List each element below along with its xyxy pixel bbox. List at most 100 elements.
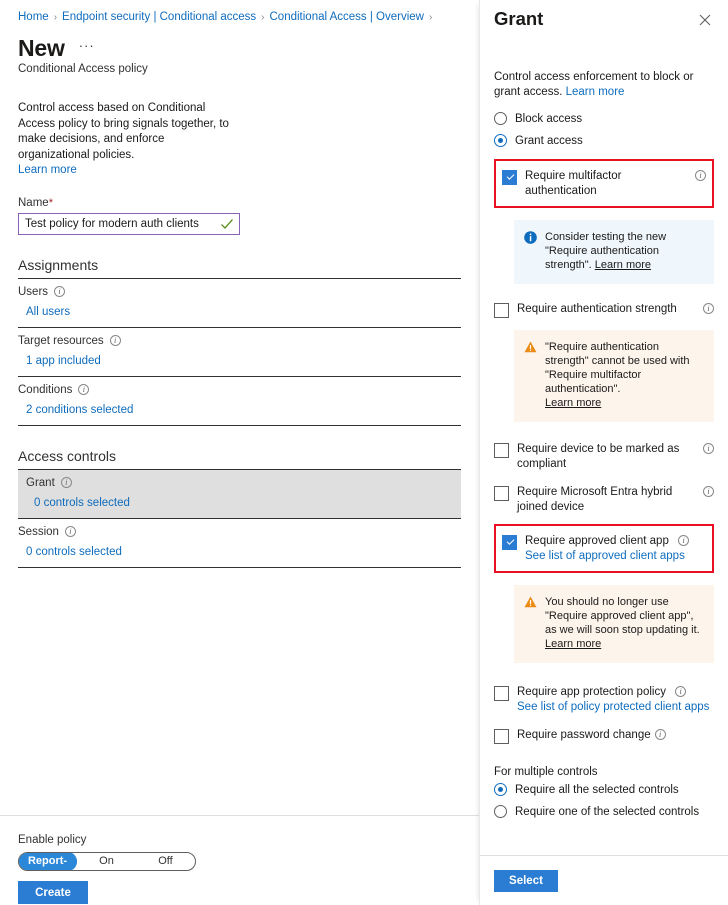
control-require-hybrid-joined-device: Require Microsoft Entra hybrid joined de…: [494, 485, 714, 514]
info-icon[interactable]: i: [703, 486, 714, 497]
checkbox-row-require-device-compliant[interactable]: Require device to be marked as compliant…: [494, 442, 714, 471]
warning-triangle-icon: [524, 596, 537, 612]
row-value-link[interactable]: 1 app included: [18, 355, 461, 367]
name-field-label: Name*: [0, 179, 479, 209]
valid-check-icon: [221, 218, 233, 229]
checkbox-label-wrap: Require app protection policy i See list…: [517, 685, 714, 714]
breadcrumb-item-conditional-access-overview[interactable]: Conditional Access | Overview: [270, 11, 424, 23]
radio-require-one-control[interactable]: Require one of the selected controls: [494, 805, 714, 818]
toggle-option-off[interactable]: Off: [136, 853, 195, 870]
policy-protected-client-apps-link[interactable]: See list of policy protected client apps: [517, 700, 714, 715]
assignment-row-users[interactable]: Users i All users: [18, 279, 461, 327]
checkbox-row-require-app-protection-policy[interactable]: Require app protection policy i See list…: [494, 685, 714, 714]
checkbox-label: Require multifactor authentication: [525, 170, 622, 197]
checkbox-indicator[interactable]: [494, 729, 509, 744]
notice-learn-more-link[interactable]: Learn more: [545, 397, 601, 409]
policy-name-field[interactable]: [18, 212, 240, 235]
checkbox-indicator[interactable]: [494, 443, 509, 458]
close-icon[interactable]: [696, 11, 714, 29]
breadcrumb-item-endpoint-security[interactable]: Endpoint security | Conditional access: [62, 11, 256, 23]
checkbox-row-require-hybrid-joined-device[interactable]: Require Microsoft Entra hybrid joined de…: [494, 485, 714, 514]
info-icon[interactable]: i: [78, 384, 90, 395]
assignment-row-conditions[interactable]: Conditions i 2 conditions selected: [18, 377, 461, 425]
row-label: Session: [18, 525, 59, 538]
control-require-password-change: Require password change i: [494, 728, 714, 744]
checkbox-indicator-checked[interactable]: [502, 170, 517, 185]
checkbox-indicator[interactable]: [494, 686, 509, 701]
highlight-box-require-multifactor-authentication: Require multifactor authentication i: [494, 159, 714, 208]
checkbox-label: Require device to be marked as compliant: [517, 443, 680, 470]
checkbox-indicator-checked[interactable]: [502, 535, 517, 550]
checkbox-indicator[interactable]: [494, 303, 509, 318]
row-value-link[interactable]: 0 controls selected: [18, 497, 461, 509]
notice-learn-more-link[interactable]: Learn more: [595, 259, 651, 271]
enable-policy-toggle[interactable]: Report-only On Off: [18, 852, 196, 871]
divider: [18, 424, 461, 426]
policy-description: Control access based on Conditional Acce…: [0, 75, 250, 179]
radio-indicator: [494, 112, 507, 125]
approved-client-apps-link[interactable]: See list of approved client apps: [525, 549, 706, 564]
page-subtitle: Conditional Access policy: [18, 63, 148, 75]
grant-blade-footer: Select: [480, 855, 728, 905]
multiple-controls-label: For multiple controls: [494, 766, 598, 778]
row-label-wrap: Grant i: [18, 477, 461, 489]
notice-learn-more-link[interactable]: Learn more: [545, 638, 601, 650]
info-icon[interactable]: i: [703, 303, 714, 314]
enable-policy-label: Enable policy: [18, 834, 87, 846]
radio-label: Grant access: [515, 134, 583, 147]
checkbox-row-require-approved-client-app[interactable]: Require approved client app i See list o…: [502, 534, 706, 563]
control-require-authentication-strength: Require authentication strength i: [494, 302, 714, 318]
info-icon[interactable]: i: [678, 535, 690, 547]
radio-indicator-selected: [494, 783, 507, 796]
breadcrumb: Home › Endpoint security | Conditional a…: [0, 8, 479, 23]
info-icon[interactable]: i: [54, 286, 66, 297]
section-heading-access-controls: Access controls: [18, 447, 117, 464]
breadcrumb-item-home[interactable]: Home: [18, 11, 49, 23]
checkbox-label: Require approved client app: [525, 535, 669, 547]
select-button[interactable]: Select: [494, 870, 558, 892]
row-label-wrap: Conditions i: [18, 384, 461, 396]
row-value-link[interactable]: 0 controls selected: [18, 546, 461, 558]
info-icon[interactable]: i: [695, 170, 706, 181]
radio-require-all-controls[interactable]: Require all the selected controls: [494, 783, 714, 796]
radio-grant-access[interactable]: Grant access: [494, 134, 714, 147]
multiple-controls-radio-group: Require all the selected controls Requir…: [494, 783, 714, 818]
policy-description-learn-more-link[interactable]: Learn more: [18, 163, 232, 179]
row-label: Target resources: [18, 334, 104, 347]
breadcrumb-separator-icon: ›: [428, 11, 433, 23]
page-title-row: New ···: [0, 23, 479, 62]
row-label: Conditions: [18, 383, 73, 396]
row-label-wrap: Users i: [18, 286, 461, 298]
checkbox-row-require-multifactor-authentication[interactable]: Require multifactor authentication i: [502, 169, 706, 198]
create-button[interactable]: Create: [18, 881, 88, 904]
radio-block-access[interactable]: Block access: [494, 112, 714, 125]
checkbox-row-require-authentication-strength[interactable]: Require authentication strength i: [494, 302, 714, 318]
toggle-option-on[interactable]: On: [77, 853, 136, 870]
toggle-option-report-only[interactable]: Report-only: [19, 853, 77, 870]
row-value-link[interactable]: 2 conditions selected: [18, 404, 461, 416]
policy-description-text: Control access based on Conditional Acce…: [18, 102, 229, 161]
grant-blade: Grant Control access enforcement to bloc…: [479, 0, 728, 905]
info-icon[interactable]: i: [675, 686, 687, 698]
access-control-row-session[interactable]: Session i 0 controls selected: [18, 519, 461, 567]
assignment-row-target-resources[interactable]: Target resources i 1 app included: [18, 328, 461, 376]
row-value-link[interactable]: All users: [18, 306, 461, 318]
warning-triangle-icon: [524, 341, 537, 357]
row-label: Grant: [26, 476, 55, 489]
more-options-icon[interactable]: ···: [79, 39, 95, 58]
divider: [18, 566, 461, 568]
policy-name-input[interactable]: [19, 217, 219, 230]
notice-approved-client-app-deprecation: You should no longer use "Require approv…: [514, 585, 714, 663]
info-icon[interactable]: i: [64, 526, 76, 537]
access-control-row-grant[interactable]: Grant i 0 controls selected: [18, 469, 461, 518]
info-icon[interactable]: i: [109, 335, 121, 346]
grant-description: Control access enforcement to block or g…: [494, 70, 714, 100]
checkbox-indicator[interactable]: [494, 486, 509, 501]
info-icon[interactable]: i: [654, 729, 666, 740]
control-require-app-protection-policy: Require app protection policy i See list…: [494, 685, 714, 714]
notice-authentication-strength-conflict: "Require authentication strength" cannot…: [514, 330, 714, 422]
info-icon[interactable]: i: [60, 477, 72, 488]
checkbox-row-require-password-change[interactable]: Require password change i: [494, 728, 714, 744]
info-icon[interactable]: i: [703, 443, 714, 454]
grant-description-learn-more-link[interactable]: Learn more: [566, 86, 625, 98]
